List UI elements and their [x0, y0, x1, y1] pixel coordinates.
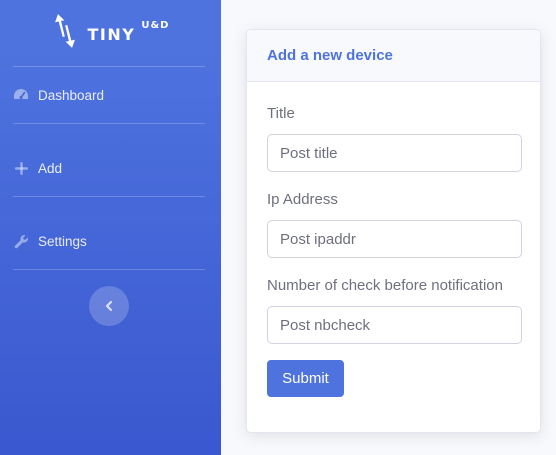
nbcheck-input[interactable] [267, 306, 522, 344]
brand-superscript: U&D [141, 19, 170, 31]
up-down-arrows-icon [54, 14, 75, 48]
sidebar-toggle-button[interactable] [89, 286, 129, 326]
wrench-icon [13, 233, 29, 249]
chevron-left-icon [105, 300, 113, 312]
sidebar: TINY U&D Dashboard Add Settings [0, 0, 221, 455]
brand-link[interactable]: TINY U&D [0, 0, 221, 66]
sidebar-item-settings[interactable]: Settings [13, 221, 205, 261]
sidebar-divider [13, 269, 205, 270]
title-input[interactable] [267, 134, 522, 172]
title-label: Title [267, 105, 295, 122]
brand-name: TINY [87, 25, 136, 44]
sidebar-item-dashboard[interactable]: Dashboard [13, 75, 205, 115]
submit-button[interactable]: Submit [267, 360, 344, 397]
sidebar-item-label: Dashboard [38, 87, 105, 103]
sidebar-item-label: Add [38, 160, 63, 176]
sidebar-divider [13, 66, 205, 67]
card-title: Add a new device [267, 47, 393, 64]
card-header: Add a new device [247, 30, 540, 82]
ip-address-label: Ip Address [267, 191, 338, 208]
ip-address-input[interactable] [267, 220, 522, 258]
sidebar-divider [13, 123, 205, 124]
sidebar-item-label: Settings [38, 233, 87, 249]
nbcheck-label: Number of check before notification [267, 277, 503, 294]
tachometer-icon [13, 87, 29, 103]
plus-icon [13, 160, 29, 176]
sidebar-item-add[interactable]: Add [13, 148, 205, 188]
add-device-card: Add a new device Title Ip Address Number… [246, 29, 541, 433]
sidebar-divider [13, 196, 205, 197]
